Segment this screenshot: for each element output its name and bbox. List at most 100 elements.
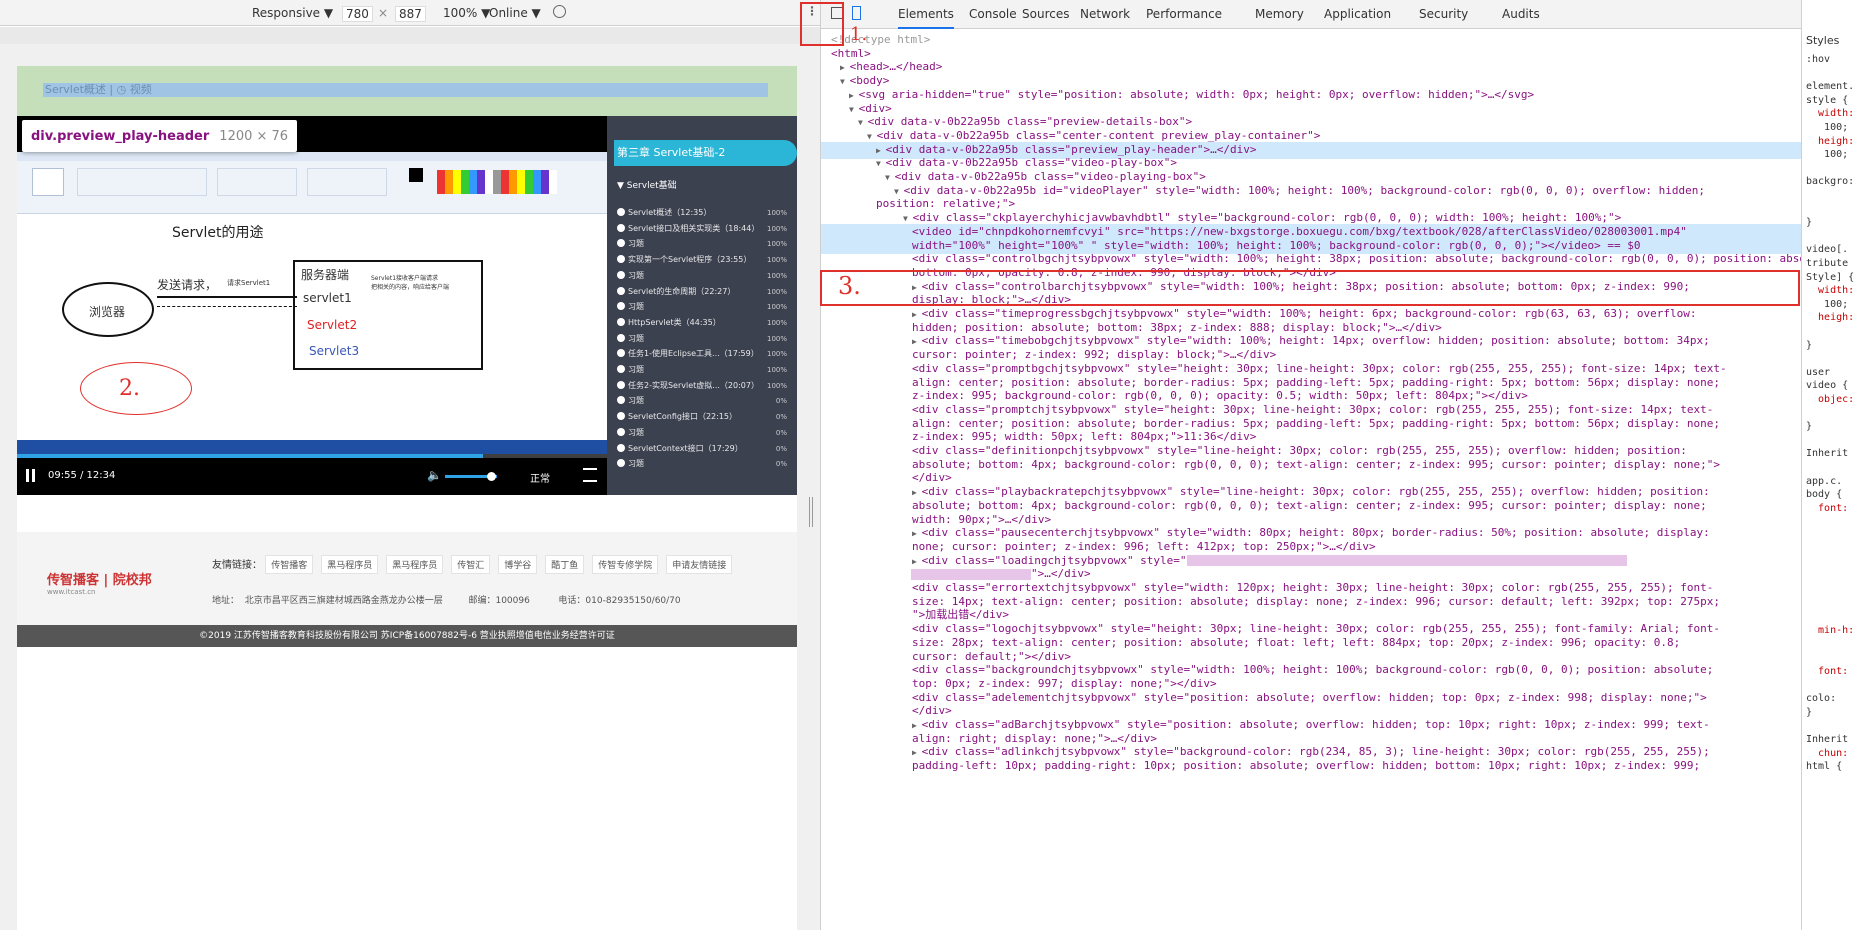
friend-link[interactable]: 黑马程序员: [386, 555, 444, 574]
tab-memory[interactable]: Memory: [1255, 7, 1304, 21]
device-toggle-icon[interactable]: [852, 6, 861, 20]
lesson-item[interactable]: 习题 100%: [617, 300, 787, 314]
inspect-tooltip: div.preview_play-header 1200 × 76: [22, 120, 298, 152]
fullscreen-icon[interactable]: [583, 468, 597, 482]
dom-node[interactable]: absolute; bottom: 4px; background-color:…: [912, 457, 1720, 473]
lesson-item[interactable]: 习题 100%: [617, 363, 787, 377]
breadcrumb[interactable]: Servlet概述 | ◷ 视频: [43, 83, 768, 97]
dom-node-text: <div data-v-0b22a95b class="video-playin…: [894, 170, 1206, 183]
height-input[interactable]: 887: [395, 6, 426, 22]
dom-node-text: <div class="backgroundchjtsybpvowx" styl…: [912, 663, 1714, 677]
dom-node[interactable]: padding-left: 10px; padding-right: 10px;…: [912, 758, 1700, 774]
dom-node[interactable]: ▶ <svg aria-hidden="true" style="positio…: [849, 87, 1534, 104]
response-arrow: [157, 306, 297, 307]
dom-node-text: </div>: [912, 704, 952, 718]
tab-performance[interactable]: Performance: [1146, 7, 1222, 21]
lesson-item[interactable]: 习题 0%: [617, 426, 787, 440]
progress-bar[interactable]: [17, 454, 607, 458]
style-line: [1806, 557, 1818, 568]
collapse-icon[interactable]: ▼: [849, 105, 859, 114]
lesson-item[interactable]: 习题 100%: [617, 269, 787, 283]
volume-slider[interactable]: [445, 472, 497, 481]
definition-button[interactable]: 正常: [530, 470, 550, 485]
collapse-icon[interactable]: ▼: [840, 77, 850, 86]
friend-link[interactable]: 传智专修学院: [592, 555, 659, 574]
pause-icon[interactable]: [26, 469, 35, 482]
style-line: 100;: [1806, 298, 1849, 310]
collapse-icon[interactable]: ▼: [894, 187, 904, 196]
tab-console[interactable]: Console: [969, 7, 1017, 21]
volume-icon[interactable]: 🔈: [427, 468, 442, 482]
tab-sources[interactable]: Sources: [1022, 7, 1069, 21]
annotation-box-3: [820, 270, 1800, 306]
dom-node[interactable]: <div class="adelementchjtsybpvowx" style…: [912, 690, 1707, 706]
style-line: app.c.: [1806, 475, 1843, 487]
expand-icon[interactable]: ▶: [912, 337, 922, 346]
expand-icon[interactable]: ▶: [912, 721, 922, 730]
dom-node-text: </div>: [912, 471, 952, 485]
lesson-item[interactable]: 习题 100%: [617, 237, 787, 251]
dom-node-text: <div class="adlinkchjtsybpvowx" style="b…: [921, 745, 1710, 759]
collapse-icon[interactable]: ▼: [867, 132, 877, 141]
footer-logo[interactable]: 传智播客 | 院校邦 www.itcast.cn: [47, 569, 152, 596]
volume-knob[interactable]: [487, 472, 496, 481]
expand-icon[interactable]: ▶: [912, 310, 922, 319]
collapse-icon[interactable]: ▼: [858, 118, 868, 127]
friend-link[interactable]: 传智播客: [265, 555, 314, 574]
network-select[interactable]: Online ▼: [489, 6, 541, 20]
collapse-icon[interactable]: ▼: [903, 214, 913, 223]
friend-link[interactable]: 申请友情链接: [666, 555, 733, 574]
chapter-sidebar: 第三章 Servlet基础-2 ▼ Servlet基础 Servlet概述（12…: [607, 116, 797, 495]
resize-handle[interactable]: [809, 497, 813, 527]
dom-node-text: <head>…</head>: [849, 60, 943, 74]
chapter-title[interactable]: 第三章 Servlet基础-2: [614, 140, 797, 166]
zoom-select[interactable]: 100% ▼: [443, 6, 490, 20]
expand-icon[interactable]: ▶: [912, 488, 922, 497]
expand-icon[interactable]: ▶: [849, 91, 859, 100]
style-line: font:: [1806, 502, 1849, 514]
device-select[interactable]: Responsive ▼: [252, 6, 333, 20]
friend-link[interactable]: 酷丁鱼: [545, 555, 585, 574]
style-line: }: [1806, 421, 1813, 433]
expand-icon[interactable]: ▶: [876, 146, 886, 155]
expand-icon[interactable]: ▶: [912, 557, 922, 566]
lesson-item[interactable]: 任务1-使用Eclipse工具...（17:59） 100%: [617, 347, 787, 361]
section-title[interactable]: ▼ Servlet基础: [617, 178, 677, 191]
tab-security[interactable]: Security: [1419, 7, 1468, 21]
tab-elements[interactable]: Elements: [898, 7, 954, 29]
dom-node-text: z-index: 995; background-color: rgb(0, 0…: [912, 389, 1528, 403]
video-player[interactable]: Servlet的用途 发送请求， 请求Servlet1 浏览器 服务器端 Ser…: [17, 116, 607, 495]
friend-link[interactable]: 传智汇: [451, 555, 491, 574]
friend-link[interactable]: 博学谷: [498, 555, 538, 574]
lesson-item[interactable]: ServletConfig接口（22:15） 0%: [617, 410, 787, 424]
friend-link[interactable]: 黑马程序员: [321, 555, 379, 574]
lesson-item[interactable]: Servlet概述（12:35） 100%: [617, 206, 787, 220]
expand-icon[interactable]: ▶: [912, 748, 922, 757]
progress-fill: [17, 454, 484, 458]
lesson-item[interactable]: 习题 100%: [617, 332, 787, 346]
lesson-item[interactable]: 实现第一个Servlet程序（23:55） 100%: [617, 253, 787, 267]
lesson-item[interactable]: HttpServlet类（44:35） 100%: [617, 316, 787, 330]
tab-network[interactable]: Network: [1080, 7, 1130, 21]
styles-tab[interactable]: Styles: [1806, 34, 1839, 47]
rotate-icon[interactable]: [553, 5, 566, 18]
collapse-icon[interactable]: ▼: [876, 159, 886, 168]
lesson-item[interactable]: ServletContext接口（17:29） 0%: [617, 442, 787, 456]
lesson-item[interactable]: 习题 0%: [617, 457, 787, 471]
lesson-item[interactable]: 任务2-实现Servlet虚拟...（20:07） 100%: [617, 379, 787, 393]
lesson-title: Servlet的生命周期（22:27）: [628, 286, 736, 296]
tab-audits[interactable]: Audits: [1502, 7, 1540, 21]
player-controls: 09:55 / 12:34 🔈 正常: [17, 454, 607, 495]
lesson-title: 习题: [628, 270, 644, 280]
width-input[interactable]: 780: [342, 6, 373, 22]
dom-node[interactable]: ▼ <div data-v-0b22a95b id="videoPlayer" …: [894, 183, 1705, 200]
expand-icon[interactable]: ▶: [912, 529, 922, 538]
lesson-item[interactable]: Servlet的生命周期（22:27） 100%: [617, 285, 787, 299]
lesson-item[interactable]: Servlet接口及相关实现类（18:44） 100%: [617, 222, 787, 236]
lesson-item[interactable]: 习题 0%: [617, 394, 787, 408]
expand-icon[interactable]: ▶: [840, 63, 850, 72]
collapse-icon[interactable]: ▼: [885, 173, 895, 182]
tab-application[interactable]: Application: [1324, 7, 1391, 21]
dom-node[interactable]: size: 14px; text-align: center; position…: [912, 594, 1720, 610]
devtools-tabbar: Elements Console Sources Network Performance…: [821, 0, 1821, 35]
